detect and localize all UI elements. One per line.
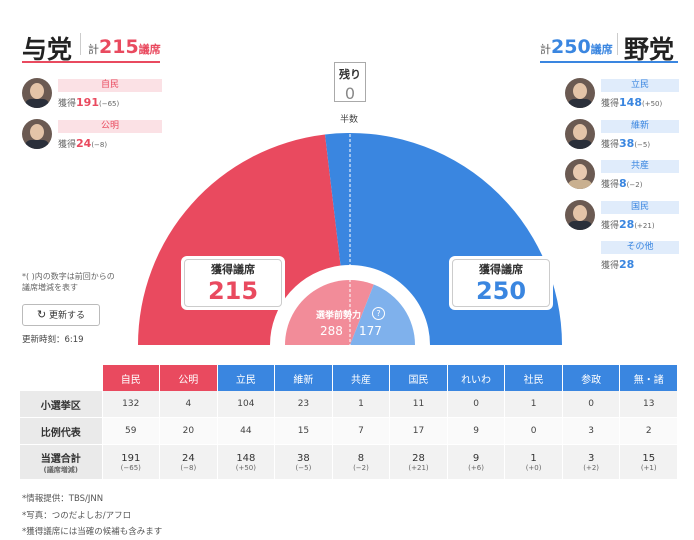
table-cell: 59 xyxy=(102,417,161,445)
total-diff: (+6) xyxy=(468,463,484,472)
update-time: 更新時刻：6:19 xyxy=(22,335,84,345)
table-header-cell: 国民 xyxy=(389,365,448,391)
table-cell: 9 xyxy=(447,417,506,445)
total-diff: (−65) xyxy=(120,463,141,472)
results-table: 自民 公明 立民 維新 共産 国民 れいわ 社民 参政 無・諸 小選挙区 132 4 104 23 1 11 0… xyxy=(20,365,678,480)
table-cell: 104 xyxy=(217,391,276,418)
footnote-seats: *獲得議席には当確の候補も含みます xyxy=(22,527,163,537)
total-diff: (−5) xyxy=(295,463,312,472)
table-cell: 44 xyxy=(217,417,276,445)
table-cell: 23 xyxy=(274,391,333,418)
table-cell: 0 xyxy=(447,391,506,418)
total-value: 191 xyxy=(121,452,141,464)
pre-election-ruling: 288 xyxy=(320,324,343,338)
total-diff: (−8) xyxy=(180,463,197,472)
remaining-value: 0 xyxy=(344,84,356,103)
table-cell: 0 xyxy=(562,391,621,418)
row-label: 小選挙区 xyxy=(20,391,103,418)
update-button[interactable]: ↻ 更新する xyxy=(22,304,100,326)
table-cell: 3 (+2) xyxy=(562,444,621,480)
total-diff: (−2) xyxy=(353,463,369,472)
table-cell: 7 xyxy=(332,417,391,445)
table-cell: 2 xyxy=(619,417,678,445)
table-cell: 24 (−8) xyxy=(159,444,218,480)
total-sublabel: (議席増減) xyxy=(43,465,78,474)
seat-box-value: 215 xyxy=(207,277,259,305)
table-header-cell: 自民 xyxy=(102,365,161,391)
table-cell: 132 xyxy=(102,391,161,418)
seat-box-label: 獲得議席 xyxy=(211,263,255,276)
total-diff: (+1) xyxy=(640,463,657,472)
refresh-icon: ↻ xyxy=(36,308,47,321)
table-cell: 20 xyxy=(159,417,218,445)
total-value: 28 xyxy=(412,452,425,464)
total-diff: (+2) xyxy=(583,463,600,472)
table-row-total: 当選合計 (議席増減) 191 (−65) 24 (−8) 148 (+50) 38 (−5) 8(… xyxy=(20,444,678,480)
table-cell: 13 xyxy=(619,391,678,418)
pre-election-opposition: 177 xyxy=(359,324,382,338)
table-cell: 4 xyxy=(159,391,218,418)
total-value: 38 xyxy=(297,452,310,464)
note-text: *( )内の数字は前回からの 議席増減を表す xyxy=(22,272,115,292)
pre-election-label: 選挙前勢力 xyxy=(316,311,362,321)
table-cell: 9 (+6) xyxy=(447,444,506,480)
table-cell: 1 xyxy=(504,391,563,418)
table-cell: 1 (+0) xyxy=(504,444,563,480)
total-value: 8 xyxy=(357,452,365,464)
table-header-row: 自民 公明 立民 維新 共産 国民 れいわ 社民 参政 無・諸 xyxy=(20,365,678,391)
seat-box-ruling: 獲得議席 215 xyxy=(181,256,285,310)
majority-label: 半数 xyxy=(340,115,359,125)
table-row: 小選挙区 132 4 104 23 1 11 0 1 0 13 xyxy=(20,391,678,418)
table-cell: 11 xyxy=(389,391,448,418)
remaining-box: 残り 0 xyxy=(334,62,366,103)
table-header-cell: 立民 xyxy=(217,365,276,391)
table-header-cell: 社民 xyxy=(504,365,563,391)
table-cell: 38 (−5) xyxy=(274,444,333,480)
table-cell: 1 xyxy=(332,391,391,418)
table-cell: 15 (+1) xyxy=(619,444,678,480)
remaining-label: 残り xyxy=(339,68,361,81)
row-label: 比例代表 xyxy=(20,417,103,445)
table-header-cell: れいわ xyxy=(447,365,506,391)
table-header-cell: 無・諸 xyxy=(619,365,678,391)
table-row: 比例代表 59 20 44 15 7 17 9 0 3 2 xyxy=(20,417,678,445)
row-label: 当選合計 (議席増減) xyxy=(20,444,103,480)
total-label: 当選合計 xyxy=(40,453,81,465)
table-cell: 148 (+50) xyxy=(217,444,276,480)
total-value: 3 xyxy=(587,452,595,464)
table-cell: 15 xyxy=(274,417,333,445)
table-cell: 191 (−65) xyxy=(102,444,161,480)
total-value: 24 xyxy=(181,452,195,464)
table-cell: 28 (+21) xyxy=(389,444,448,480)
seat-box-value: 250 xyxy=(475,277,527,305)
seat-box-opposition: 獲得議席 250 xyxy=(449,256,553,310)
seat-chart xyxy=(138,124,562,345)
table-cell: 17 xyxy=(389,417,448,445)
table-cell: 0 xyxy=(504,417,563,445)
footnote-source: *情報提供：TBS/JNN xyxy=(22,494,104,504)
seat-box-label: 獲得議席 xyxy=(479,263,523,276)
table-cell: 8 (−2) xyxy=(332,444,391,480)
footnote-photo: *写真：つのだよしお/アフロ xyxy=(22,511,132,521)
total-value: 9 xyxy=(472,452,480,464)
table-cell: 3 xyxy=(562,417,621,445)
total-diff: (+0) xyxy=(525,463,542,472)
question-circle-icon[interactable]: ? xyxy=(372,307,385,320)
table-header-cell: 公明 xyxy=(159,365,218,391)
total-diff: (+50) xyxy=(235,463,256,472)
table-header-cell: 共産 xyxy=(332,365,391,391)
total-value: 1 xyxy=(530,452,537,464)
table-header-cell: 維新 xyxy=(274,365,333,391)
total-value: 15 xyxy=(642,452,656,464)
table-header-cell: 参政 xyxy=(562,365,621,391)
total-value: 148 xyxy=(236,452,256,464)
total-diff: (+21) xyxy=(408,463,429,472)
